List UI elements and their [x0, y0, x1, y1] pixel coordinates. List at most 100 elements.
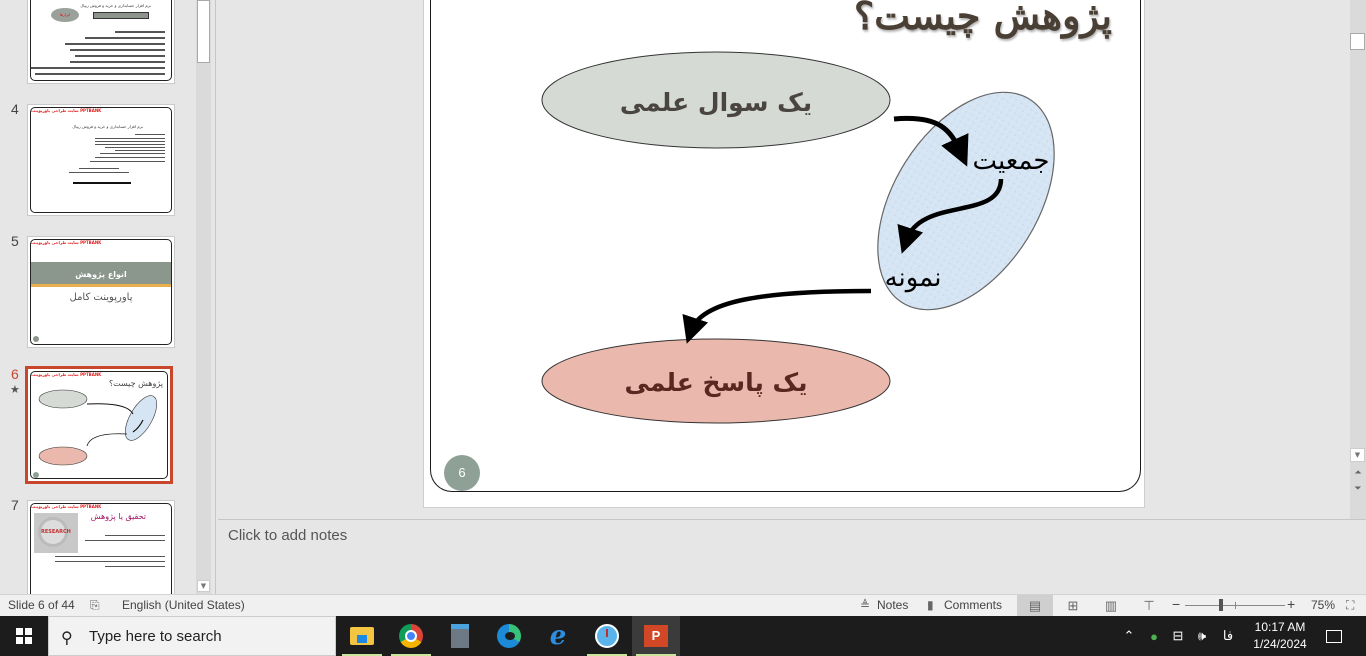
language-indicator[interactable]: English (United States) — [122, 598, 245, 612]
next-slide-icon[interactable]: ⏷ — [1351, 482, 1365, 496]
chrome-icon — [399, 624, 423, 648]
tray-app-icon[interactable]: ● — [1144, 616, 1164, 656]
zoom-out-button[interactable]: − — [1172, 596, 1180, 612]
zoom-level[interactable]: 75% — [1311, 598, 1335, 612]
input-language-indicator[interactable]: فا — [1218, 616, 1238, 656]
slide-show-button[interactable]: ⊤ — [1131, 595, 1167, 616]
thumb-cloud: ابزارها — [51, 8, 79, 22]
thumb-header: سایت طراحی پاورپوینت PPTBANK — [31, 240, 102, 245]
thumb-number: 7 — [11, 497, 19, 513]
comments-button[interactable]: Comments — [944, 598, 1002, 612]
action-center-button[interactable] — [1320, 616, 1348, 656]
thumbnail-scrollbar[interactable]: ▼ — [196, 0, 211, 594]
thumbnail-canvas: سایت طراحی پاورپوینت PPTBANK نرم افزار ح… — [30, 107, 172, 213]
reading-view-button[interactable]: ▥ — [1093, 595, 1129, 616]
scroll-down-arrow-icon[interactable]: ▼ — [197, 580, 210, 592]
research-image: RESEARCH — [34, 513, 78, 553]
thumb-text-line — [85, 540, 165, 541]
thumb-text-line — [115, 150, 165, 151]
network-icon: ⊟ — [1172, 628, 1184, 643]
thumb-title: نرم افزار حسابداری و خرید و فروش زیپال — [72, 124, 143, 129]
windows-logo-icon — [16, 628, 32, 644]
thumb-title: تحقیق یا پژوهش — [90, 512, 146, 521]
thumb-text-line — [69, 172, 129, 173]
thumbnail-canvas: سایت طراحی پاورپوینت PPTBANK انواع پژوهش… — [30, 239, 172, 345]
internet-explorer-icon: e — [549, 621, 567, 651]
zoom-slider-handle[interactable] — [1219, 599, 1223, 611]
thumbnail-canvas: سایت طراحی پاورپوینت PPTBANK RESEARCH تح… — [30, 503, 172, 594]
answer-label: یک پاسخ علمی — [624, 368, 807, 398]
thumbnail-frame: نرم افزار حسابداری و خرید و فروش زیپال ا… — [27, 0, 175, 84]
thumb-title: نرم افزار حسابداری و خرید و فروش زیپال — [80, 3, 151, 8]
taskbar-chrome[interactable] — [387, 616, 435, 656]
thumbnail-frame: سایت طراحی پاورپوینت PPTBANK انواع پژوهش… — [27, 236, 175, 348]
network-button[interactable]: ⊟ — [1168, 616, 1188, 656]
slide-show-icon: ⊤ — [1143, 597, 1155, 613]
spell-check-icon[interactable]: ⎘ — [90, 598, 100, 613]
volume-icon: 🕪 — [1197, 628, 1207, 643]
slide-thumbnail-pane: نرم افزار حسابداری و خرید و فروش زیپال ا… — [0, 0, 212, 594]
normal-view-icon: ▤ — [1028, 597, 1042, 613]
thumb-subtitle: پاورپوینت کامل — [69, 292, 133, 303]
pane-divider[interactable] — [215, 0, 216, 594]
notification-icon — [1326, 629, 1342, 643]
calculator-icon — [451, 624, 469, 648]
powerpoint-window: نرم افزار حسابداری و خرید و فروش زیپال ا… — [0, 0, 1366, 616]
fit-to-window-icon[interactable]: ⛶ — [1346, 598, 1354, 613]
taskbar: ⚲ Type here to search e P ⌃ ● ⊟ 🕪 فا 10:… — [0, 616, 1366, 656]
taskbar-clock[interactable]: 10:17 AM 1/24/2024 — [1250, 619, 1310, 653]
thumb-text-line — [31, 67, 165, 69]
powerpoint-icon: P — [644, 625, 668, 647]
taskbar-file-explorer[interactable] — [338, 616, 386, 656]
show-hidden-icons-button[interactable]: ⌃ — [1120, 616, 1138, 656]
notes-placeholder[interactable]: Click to add notes — [228, 527, 347, 544]
slide-counter[interactable]: Slide 6 of 44 — [8, 598, 75, 612]
search-icon: ⚲ — [61, 630, 73, 647]
slide-number-badge: 6 — [444, 455, 480, 491]
slide-canvas[interactable]: پژوهش چیست؟ یک سوال علمی جمعیت نمونه یک … — [423, 0, 1145, 508]
thumb-diagram — [33, 389, 158, 478]
thumb-text-line — [105, 535, 165, 536]
clock-time: 10:17 AM — [1254, 620, 1306, 634]
volume-button[interactable]: 🕪 — [1192, 616, 1212, 656]
thumb-text-line — [35, 73, 165, 75]
thumb-text-line — [79, 168, 119, 169]
thumb-number: 5 — [11, 233, 19, 249]
scroll-down-arrow-icon[interactable]: ▼ — [1350, 448, 1365, 462]
question-label: یک سوال علمی — [620, 88, 812, 118]
thumbnail-scrollbar-thumb[interactable] — [197, 0, 210, 63]
normal-view-button[interactable]: ▤ — [1017, 595, 1053, 616]
zoom-in-button[interactable]: + — [1287, 596, 1295, 612]
status-bar: Slide 6 of 44 ⎘ English (United States) … — [0, 594, 1366, 616]
thumb-text-line — [100, 153, 165, 154]
zoom-slider-midpoint — [1235, 602, 1236, 609]
taskbar-internet-explorer[interactable]: e — [534, 616, 582, 656]
notes-button[interactable]: Notes — [877, 598, 908, 612]
taskbar-powerpoint[interactable]: P — [632, 616, 680, 656]
taskbar-search[interactable]: ⚲ Type here to search — [48, 616, 336, 656]
slide-scrollbar[interactable]: ▼ ⏶ ⏷ — [1350, 0, 1366, 520]
taskbar-clock-app[interactable] — [583, 616, 631, 656]
population-label: جمعیت — [972, 146, 1049, 176]
thumb-text-line — [70, 61, 165, 63]
reading-view-icon: ▥ — [1104, 597, 1118, 613]
search-placeholder: Type here to search — [89, 628, 222, 645]
thumb-callout — [93, 12, 149, 19]
arrow-sample-to-answer[interactable] — [682, 288, 872, 344]
thumb-text-line — [65, 43, 165, 45]
thumb-text-line — [55, 556, 165, 557]
slide-scrollbar-thumb[interactable] — [1350, 33, 1365, 50]
taskbar-edge[interactable] — [485, 616, 533, 656]
animation-star-icon: ★ — [10, 383, 20, 396]
notes-pane[interactable]: Click to add notes — [218, 520, 1366, 594]
thumb-text-line — [95, 144, 165, 145]
slide-border: پژوهش چیست؟ یک سوال علمی جمعیت نمونه یک … — [430, 0, 1141, 492]
thumb-number: 6 — [11, 366, 19, 382]
start-button[interactable] — [0, 616, 48, 656]
thumb-text-line — [90, 161, 165, 162]
previous-slide-icon[interactable]: ⏶ — [1351, 466, 1365, 480]
thumb-number: 4 — [11, 101, 19, 117]
thumb-number-badge — [33, 336, 39, 342]
taskbar-calculator[interactable] — [436, 616, 484, 656]
slide-sorter-button[interactable]: ⊞ — [1055, 595, 1091, 616]
